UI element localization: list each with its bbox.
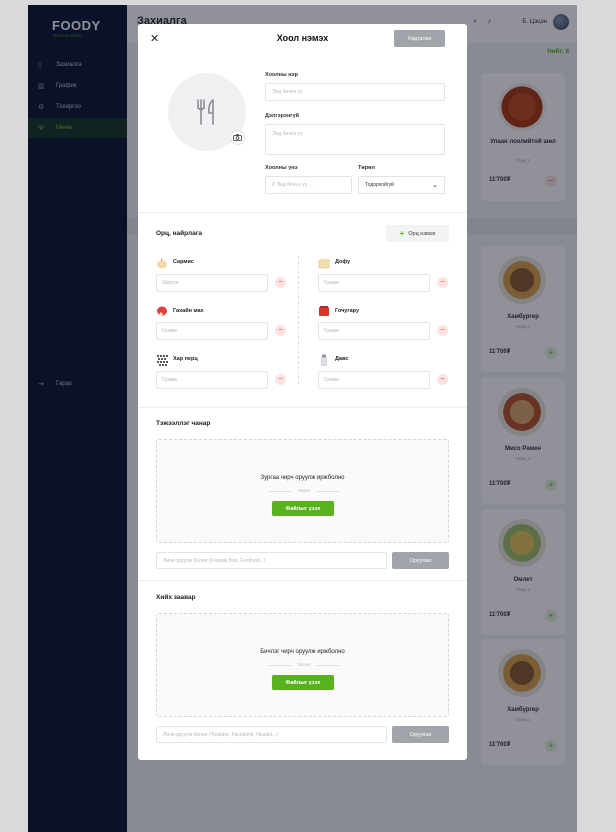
ingredient-amount-input[interactable]: Грамм xyxy=(318,322,430,340)
ingredient-name: Дофу xyxy=(335,259,351,265)
quality-title: Тэжээллэг чанар xyxy=(156,420,211,427)
ingredient-name: Хар перц xyxy=(173,356,198,362)
tofu-icon xyxy=(318,258,330,269)
camera-icon xyxy=(233,134,242,141)
remove-ingredient-button[interactable]: − xyxy=(437,374,448,385)
video-drop-zone[interactable]: Бичлэг чирч оруулж иржболно Эсвэл Файлыг… xyxy=(156,613,449,717)
choose-file-button[interactable]: Файлыг үзэх xyxy=(272,501,334,516)
column-divider xyxy=(298,256,299,384)
food-name-label: Хоолны нэр xyxy=(265,72,298,78)
description-label: Дэлгэрэнгүй xyxy=(265,113,300,119)
recipe-title: Хийх заавар xyxy=(156,594,196,601)
pepper-icon xyxy=(157,355,168,366)
ingredient-name: Давс xyxy=(335,356,349,362)
remove-ingredient-button[interactable]: − xyxy=(275,277,286,288)
divider xyxy=(138,580,467,581)
ingredient-amount-input[interactable]: Ширхэг xyxy=(156,274,268,292)
price-input[interactable]: ₮ Энд бичнэ үү ... xyxy=(265,176,352,194)
meat-icon xyxy=(157,306,167,316)
drop-zone-text: Зургаа чирч оруулж иржболно xyxy=(260,475,345,481)
add-ingredient-label: Орц нэмэх xyxy=(408,230,436,237)
remove-ingredient-button[interactable]: − xyxy=(437,325,448,336)
ingredient-name: Сармис xyxy=(173,259,194,265)
camera-button[interactable] xyxy=(230,130,245,145)
ingredient-amount-input[interactable]: Грамм xyxy=(156,371,268,389)
insert-video-button[interactable]: Оруулах xyxy=(392,726,449,743)
save-button[interactable]: Хадгалах xyxy=(394,30,445,47)
food-name-input[interactable]: Энд бичнэ үү xyxy=(265,83,445,101)
salt-icon xyxy=(321,354,327,366)
remove-ingredient-button[interactable]: − xyxy=(275,325,286,336)
ingredient-amount-input[interactable]: Грамм xyxy=(318,274,430,292)
image-drop-zone[interactable]: Зургаа чирч оруулж иржболно Эсвэл Файлыг… xyxy=(156,439,449,543)
type-label: Төрөл xyxy=(358,165,375,171)
type-value: Тодорхойгүй xyxy=(365,182,394,188)
video-link-input[interactable]: Линк оруулж болно (Youtube, Facebook, Nu… xyxy=(156,726,387,743)
description-input[interactable]: Энд бичнэ үү xyxy=(265,124,445,155)
choose-file-button[interactable]: Файлыг үзэх xyxy=(272,675,334,690)
type-select[interactable]: Тодорхойгүй ⌄ xyxy=(358,176,445,194)
add-food-modal: ✕ Хоол нэмэх Хадгалах Хоолны нэр Энд бич… xyxy=(138,24,467,760)
ingredient-amount-input[interactable]: Грамм xyxy=(318,371,430,389)
ingredient-name: Гочугару xyxy=(335,308,360,314)
divider xyxy=(138,212,467,213)
image-link-input[interactable]: Линк оруулж болно (Freepik,Bon, Fastfood… xyxy=(156,552,387,569)
chili-icon xyxy=(319,306,329,316)
plus-icon: + xyxy=(399,229,405,238)
ingredient-amount-input[interactable]: Грамм xyxy=(156,322,268,340)
garlic-icon xyxy=(157,257,167,269)
or-divider: Эсвэл xyxy=(269,488,339,493)
divider xyxy=(138,407,467,408)
chevron-down-icon: ⌄ xyxy=(432,182,438,189)
price-label: Хоолны үнэ xyxy=(265,165,298,171)
drop-zone-text: Бичлэг чирч оруулж иржболно xyxy=(260,649,345,655)
ingredients-title: Орц, найрлага xyxy=(156,230,203,237)
fork-knife-icon xyxy=(197,99,214,125)
remove-ingredient-button[interactable]: − xyxy=(275,374,286,385)
ingredient-name: Гахайн мах xyxy=(173,308,204,314)
insert-image-button[interactable]: Оруулах xyxy=(392,552,449,569)
or-divider: Эсвэл xyxy=(269,662,339,667)
add-ingredient-button[interactable]: + Орц нэмэх xyxy=(386,225,449,242)
remove-ingredient-button[interactable]: − xyxy=(437,277,448,288)
